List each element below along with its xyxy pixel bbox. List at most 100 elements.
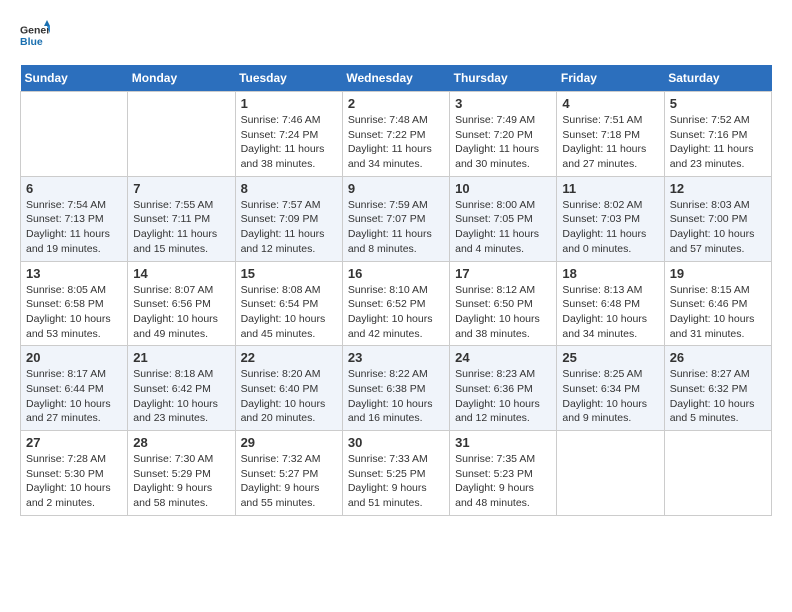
day-info: Sunrise: 8:18 AM Sunset: 6:42 PM Dayligh… [133, 367, 229, 426]
day-cell: 8Sunrise: 7:57 AM Sunset: 7:09 PM Daylig… [235, 176, 342, 261]
logo: General Blue [20, 20, 54, 50]
day-number: 27 [26, 435, 122, 450]
day-cell: 21 Sunrise: 8:18 AM Sunset: 6:42 PM Dayli… [128, 346, 235, 431]
day-cell: 14 Sunrise: 8:07 AM Sunset: 6:56 PM Dayli… [128, 261, 235, 346]
header-monday: Monday [128, 65, 235, 92]
day-number: 26 [670, 350, 766, 365]
day-cell: 1Sunrise: 7:46 AM Sunset: 7:24 PM Daylig… [235, 92, 342, 177]
week-row-2: 6 Sunrise: 7:54 AM Sunset: 7:13 PM Daylig… [21, 176, 772, 261]
day-number: 22 [241, 350, 337, 365]
day-cell: 9 Sunrise: 7:59 AM Sunset: 7:07 PM Daylig… [342, 176, 449, 261]
day-number: 31 [455, 435, 551, 450]
header-friday: Friday [557, 65, 664, 92]
day-info: Sunrise: 7:49 AM Sunset: 7:20 PM Dayligh… [455, 113, 551, 172]
svg-text:Blue: Blue [20, 36, 43, 48]
day-info: Sunrise: 7:55 AM Sunset: 7:11 PM Dayligh… [133, 198, 229, 257]
header-wednesday: Wednesday [342, 65, 449, 92]
day-cell: 31Sunrise: 7:35 AM Sunset: 5:23 PM Dayli… [450, 431, 557, 516]
day-number: 7 [133, 181, 229, 196]
day-info: Sunrise: 7:28 AM Sunset: 5:30 PM Dayligh… [26, 452, 122, 511]
day-number: 5 [670, 96, 766, 111]
day-cell: 5 Sunrise: 7:52 AM Sunset: 7:16 PM Daylig… [664, 92, 771, 177]
day-number: 18 [562, 266, 658, 281]
day-cell: 20Sunrise: 8:17 AM Sunset: 6:44 PM Dayli… [21, 346, 128, 431]
day-cell [664, 431, 771, 516]
day-info: Sunrise: 8:10 AM Sunset: 6:52 PM Dayligh… [348, 283, 444, 342]
day-info: Sunrise: 8:15 AM Sunset: 6:46 PM Dayligh… [670, 283, 766, 342]
header-row: SundayMondayTuesdayWednesdayThursdayFrid… [21, 65, 772, 92]
calendar-table: SundayMondayTuesdayWednesdayThursdayFrid… [20, 65, 772, 516]
day-number: 19 [670, 266, 766, 281]
day-number: 9 [348, 181, 444, 196]
day-cell: 4 Sunrise: 7:51 AM Sunset: 7:18 PM Daylig… [557, 92, 664, 177]
day-number: 23 [348, 350, 444, 365]
day-cell: 25Sunrise: 8:25 AM Sunset: 6:34 PM Dayli… [557, 346, 664, 431]
day-cell: 22 Sunrise: 8:20 AM Sunset: 6:40 PM Dayli… [235, 346, 342, 431]
day-cell [557, 431, 664, 516]
day-info: Sunrise: 8:25 AM Sunset: 6:34 PM Dayligh… [562, 367, 658, 426]
day-info: Sunrise: 7:51 AM Sunset: 7:18 PM Dayligh… [562, 113, 658, 172]
day-cell: 15Sunrise: 8:08 AM Sunset: 6:54 PM Dayli… [235, 261, 342, 346]
day-number: 10 [455, 181, 551, 196]
day-cell: 24 Sunrise: 8:23 AM Sunset: 6:36 PM Dayli… [450, 346, 557, 431]
day-number: 3 [455, 96, 551, 111]
page-header: General Blue [20, 20, 772, 50]
day-info: Sunrise: 7:48 AM Sunset: 7:22 PM Dayligh… [348, 113, 444, 172]
header-thursday: Thursday [450, 65, 557, 92]
day-cell: 28Sunrise: 7:30 AM Sunset: 5:29 PM Dayli… [128, 431, 235, 516]
day-cell: 27 Sunrise: 7:28 AM Sunset: 5:30 PM Dayli… [21, 431, 128, 516]
day-info: Sunrise: 7:33 AM Sunset: 5:25 PM Dayligh… [348, 452, 444, 511]
day-number: 14 [133, 266, 229, 281]
day-cell: 19 Sunrise: 8:15 AM Sunset: 6:46 PM Dayli… [664, 261, 771, 346]
day-info: Sunrise: 8:13 AM Sunset: 6:48 PM Dayligh… [562, 283, 658, 342]
day-info: Sunrise: 7:52 AM Sunset: 7:16 PM Dayligh… [670, 113, 766, 172]
day-cell [21, 92, 128, 177]
day-cell: 11 Sunrise: 8:02 AM Sunset: 7:03 PM Dayli… [557, 176, 664, 261]
day-cell: 2 Sunrise: 7:48 AM Sunset: 7:22 PM Daylig… [342, 92, 449, 177]
day-info: Sunrise: 8:23 AM Sunset: 6:36 PM Dayligh… [455, 367, 551, 426]
day-number: 2 [348, 96, 444, 111]
day-cell: 12 Sunrise: 8:03 AM Sunset: 7:00 PM Dayli… [664, 176, 771, 261]
day-number: 4 [562, 96, 658, 111]
day-info: Sunrise: 7:59 AM Sunset: 7:07 PM Dayligh… [348, 198, 444, 257]
day-info: Sunrise: 7:32 AM Sunset: 5:27 PM Dayligh… [241, 452, 337, 511]
day-number: 29 [241, 435, 337, 450]
day-number: 21 [133, 350, 229, 365]
day-cell: 17 Sunrise: 8:12 AM Sunset: 6:50 PM Dayli… [450, 261, 557, 346]
day-cell [128, 92, 235, 177]
svg-text:General: General [20, 25, 50, 37]
day-number: 12 [670, 181, 766, 196]
day-number: 1 [241, 96, 337, 111]
week-row-4: 20Sunrise: 8:17 AM Sunset: 6:44 PM Dayli… [21, 346, 772, 431]
day-info: Sunrise: 8:12 AM Sunset: 6:50 PM Dayligh… [455, 283, 551, 342]
day-info: Sunrise: 8:07 AM Sunset: 6:56 PM Dayligh… [133, 283, 229, 342]
day-cell: 3 Sunrise: 7:49 AM Sunset: 7:20 PM Daylig… [450, 92, 557, 177]
day-info: Sunrise: 8:02 AM Sunset: 7:03 PM Dayligh… [562, 198, 658, 257]
day-number: 17 [455, 266, 551, 281]
day-info: Sunrise: 8:00 AM Sunset: 7:05 PM Dayligh… [455, 198, 551, 257]
day-cell: 23Sunrise: 8:22 AM Sunset: 6:38 PM Dayli… [342, 346, 449, 431]
day-info: Sunrise: 8:27 AM Sunset: 6:32 PM Dayligh… [670, 367, 766, 426]
day-info: Sunrise: 7:30 AM Sunset: 5:29 PM Dayligh… [133, 452, 229, 511]
day-info: Sunrise: 8:03 AM Sunset: 7:00 PM Dayligh… [670, 198, 766, 257]
day-number: 13 [26, 266, 122, 281]
day-number: 6 [26, 181, 122, 196]
day-cell: 26 Sunrise: 8:27 AM Sunset: 6:32 PM Dayli… [664, 346, 771, 431]
day-number: 8 [241, 181, 337, 196]
header-saturday: Saturday [664, 65, 771, 92]
day-info: Sunrise: 8:20 AM Sunset: 6:40 PM Dayligh… [241, 367, 337, 426]
day-cell: 13 Sunrise: 8:05 AM Sunset: 6:58 PM Dayli… [21, 261, 128, 346]
day-number: 16 [348, 266, 444, 281]
day-cell: 18 Sunrise: 8:13 AM Sunset: 6:48 PM Dayli… [557, 261, 664, 346]
day-number: 24 [455, 350, 551, 365]
day-info: Sunrise: 7:54 AM Sunset: 7:13 PM Dayligh… [26, 198, 122, 257]
day-cell: 7 Sunrise: 7:55 AM Sunset: 7:11 PM Daylig… [128, 176, 235, 261]
day-cell: 16 Sunrise: 8:10 AM Sunset: 6:52 PM Dayli… [342, 261, 449, 346]
header-tuesday: Tuesday [235, 65, 342, 92]
week-row-5: 27 Sunrise: 7:28 AM Sunset: 5:30 PM Dayli… [21, 431, 772, 516]
week-row-3: 13 Sunrise: 8:05 AM Sunset: 6:58 PM Dayli… [21, 261, 772, 346]
day-number: 20 [26, 350, 122, 365]
day-info: Sunrise: 8:05 AM Sunset: 6:58 PM Dayligh… [26, 283, 122, 342]
week-row-1: 1Sunrise: 7:46 AM Sunset: 7:24 PM Daylig… [21, 92, 772, 177]
day-number: 11 [562, 181, 658, 196]
